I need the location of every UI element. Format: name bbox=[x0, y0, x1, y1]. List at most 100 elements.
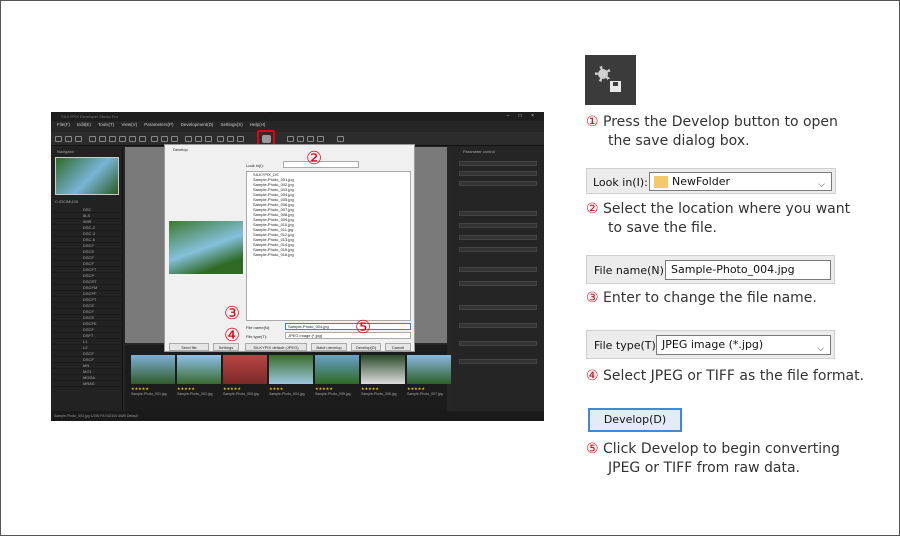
toolbar-icon[interactable] bbox=[205, 136, 212, 142]
menu-view[interactable]: View(V) bbox=[121, 122, 137, 127]
menu-file[interactable]: File(F) bbox=[57, 122, 70, 127]
thumbnail-rating: ★★★★★ bbox=[131, 386, 149, 391]
menu-help[interactable]: Help(H) bbox=[250, 122, 266, 127]
thumbnail-name: Sample-Photo_002.jpg bbox=[177, 392, 213, 396]
filmstrip-thumbnail[interactable]: ★★★★ Sample-Photo_004.jpg bbox=[269, 355, 313, 396]
preset-select[interactable]: SILKYPIX default (JPEG) bbox=[245, 343, 307, 351]
step-number: ③ bbox=[586, 290, 599, 306]
send-file-button[interactable]: Send file bbox=[169, 343, 209, 351]
parameter-panel-label: Parameter control bbox=[463, 149, 495, 154]
param-slider[interactable] bbox=[459, 305, 537, 310]
file-type-value: JPEG image (*.jpg) bbox=[662, 338, 764, 351]
file-name-label: File name(N): bbox=[594, 264, 668, 277]
param-row[interactable] bbox=[459, 223, 537, 228]
file-name-input[interactable]: Sample-Photo_004.jpg bbox=[665, 260, 831, 280]
toolbar-icon[interactable] bbox=[151, 136, 158, 142]
look-in-select[interactable]: NewFolder ⌵ bbox=[649, 172, 832, 191]
file-list[interactable]: SILKYPIX_DS Sample-Photo_001.jpg Sample-Ph… bbox=[246, 171, 411, 321]
dialog-develop-button[interactable]: Develop(D) bbox=[351, 343, 381, 351]
toolbar-icon[interactable] bbox=[139, 136, 146, 142]
thumbnail-name: Sample-Photo_006.jpg bbox=[361, 392, 397, 396]
file-type-label: File type(T): bbox=[246, 334, 268, 339]
toolbar-icon[interactable] bbox=[185, 136, 192, 142]
param-row[interactable] bbox=[459, 235, 537, 240]
navigator-thumbnail[interactable] bbox=[55, 157, 119, 195]
toolbar-icon[interactable] bbox=[89, 136, 96, 142]
filmstrip-thumbnail[interactable]: ★★★★★ Sample-Photo_006.jpg bbox=[361, 355, 405, 396]
folder-tree: DSC 8LS 9MR DSC-2 DSC-3 DSC-6 DSCF DSCE DSCF DSCF… bbox=[53, 207, 121, 407]
menu-parameters[interactable]: Parameters(P) bbox=[144, 122, 173, 127]
toolbar-icon[interactable] bbox=[65, 136, 72, 142]
batch-develop-button[interactable]: Batch develop bbox=[311, 343, 347, 351]
status-bar: Sample-Photo_004.jpg 1/250 F8 ISO100 AWB… bbox=[51, 411, 544, 421]
chevron-down-icon: ⌵ bbox=[818, 180, 825, 190]
toolbar-icon[interactable] bbox=[195, 136, 202, 142]
toolbar-icon[interactable] bbox=[317, 136, 324, 142]
menu-edit[interactable]: Edit(E) bbox=[77, 122, 91, 127]
step-text: JPEG or TIFF from raw data. bbox=[608, 460, 800, 476]
thumbnail-name: Sample-Photo_004.jpg bbox=[269, 392, 305, 396]
toolbar-icon[interactable] bbox=[227, 136, 234, 142]
thumbnail-rating: ★★★★★ bbox=[361, 386, 379, 391]
step-2: ② Select the location where you want to … bbox=[586, 200, 850, 238]
toolbar-icon[interactable] bbox=[55, 136, 62, 142]
folder-item[interactable]: MRAS bbox=[53, 381, 121, 387]
toolbar-icon[interactable] bbox=[237, 136, 244, 142]
toolbar-icon[interactable] bbox=[307, 136, 314, 142]
callout-3: ③ bbox=[224, 303, 241, 324]
app-titlebar: SILKYPIX Developer Studio Pro – □ × bbox=[51, 112, 544, 121]
toolbar-icon[interactable] bbox=[337, 136, 344, 142]
toolbar-icon[interactable] bbox=[99, 136, 106, 142]
param-row[interactable] bbox=[459, 267, 537, 272]
filmstrip-thumbnail[interactable]: ★★★★★ Sample-Photo_001.jpg bbox=[131, 355, 175, 396]
param-row[interactable] bbox=[459, 171, 537, 176]
file-type-select[interactable]: JPEG image (*.jpg) ⌵ bbox=[656, 335, 831, 355]
toolbar-icon[interactable] bbox=[129, 136, 136, 142]
step-text: Select the location where you want bbox=[603, 201, 851, 217]
step-number: ② bbox=[586, 201, 599, 217]
look-in-label: Look in(I): bbox=[593, 176, 648, 189]
window-controls[interactable]: – □ × bbox=[507, 113, 539, 119]
file-name-widget: File name(N): Sample-Photo_004.jpg bbox=[586, 255, 835, 284]
folder-icon bbox=[654, 176, 668, 188]
page-frame: SILKYPIX Developer Studio Pro – □ × File… bbox=[0, 0, 900, 536]
file-list-item[interactable]: Sample-Photo_016.jpg bbox=[247, 252, 410, 257]
save-disk-icon bbox=[608, 79, 623, 94]
param-row[interactable] bbox=[459, 211, 537, 216]
param-row[interactable] bbox=[459, 247, 537, 252]
param-row[interactable] bbox=[459, 181, 537, 186]
toolbar-icon[interactable] bbox=[287, 136, 294, 142]
menu-tools[interactable]: Tools(T) bbox=[98, 122, 114, 127]
toolbar-icon[interactable] bbox=[161, 136, 168, 142]
navigator-label: Navigator bbox=[57, 149, 75, 154]
menu-settings[interactable]: Settings(S) bbox=[220, 122, 242, 127]
toolbar-icon[interactable] bbox=[171, 136, 178, 142]
toolbar-icon[interactable] bbox=[297, 136, 304, 142]
thumbnail-rating: ★★★★★ bbox=[407, 386, 425, 391]
cancel-button[interactable]: Cancel bbox=[385, 343, 411, 351]
step-number: ① bbox=[586, 114, 599, 130]
filmstrip-thumbnail[interactable]: ★★★★★ Sample-Photo_007.jpg bbox=[407, 355, 451, 396]
menu-development[interactable]: Development(D) bbox=[181, 122, 214, 127]
filmstrip: ★★★★★ Sample-Photo_001.jpg ★★★★★ Sample-Pho… bbox=[125, 345, 451, 411]
develop-button[interactable]: Develop(D) bbox=[588, 408, 682, 432]
status-text: Sample-Photo_004.jpg 1/250 F8 ISO100 AWB… bbox=[54, 414, 138, 418]
filmstrip-thumbnail[interactable]: ★★★★★ Sample-Photo_002.jpg bbox=[177, 355, 221, 396]
toolbar-icon[interactable] bbox=[109, 136, 116, 142]
toolbar-icon[interactable] bbox=[217, 136, 224, 142]
param-slider[interactable] bbox=[459, 359, 537, 364]
parameter-panel: Parameter control bbox=[451, 147, 544, 411]
param-slider[interactable] bbox=[459, 323, 537, 328]
callout-5: ⑤ bbox=[355, 317, 372, 338]
app-menubar: File(F) Edit(E) Tools(T) View(V) Paramet… bbox=[51, 122, 544, 130]
file-name-input[interactable]: Sample-Photo_004.jpg bbox=[285, 323, 411, 330]
file-type-select[interactable]: JPEG image (*.jpg) bbox=[285, 332, 411, 339]
filmstrip-thumbnail[interactable]: ★★★★★ Sample-Photo_003.jpg bbox=[223, 355, 267, 396]
step-1: ① Press the Develop button to open the s… bbox=[586, 113, 838, 151]
param-row[interactable] bbox=[459, 281, 537, 286]
toolbar-icon[interactable] bbox=[75, 136, 82, 142]
param-row[interactable] bbox=[459, 161, 537, 166]
toolbar-icon[interactable] bbox=[119, 136, 126, 142]
param-slider[interactable] bbox=[459, 341, 537, 346]
filmstrip-thumbnail[interactable]: ★★★★★ Sample-Photo_005.jpg bbox=[315, 355, 359, 396]
